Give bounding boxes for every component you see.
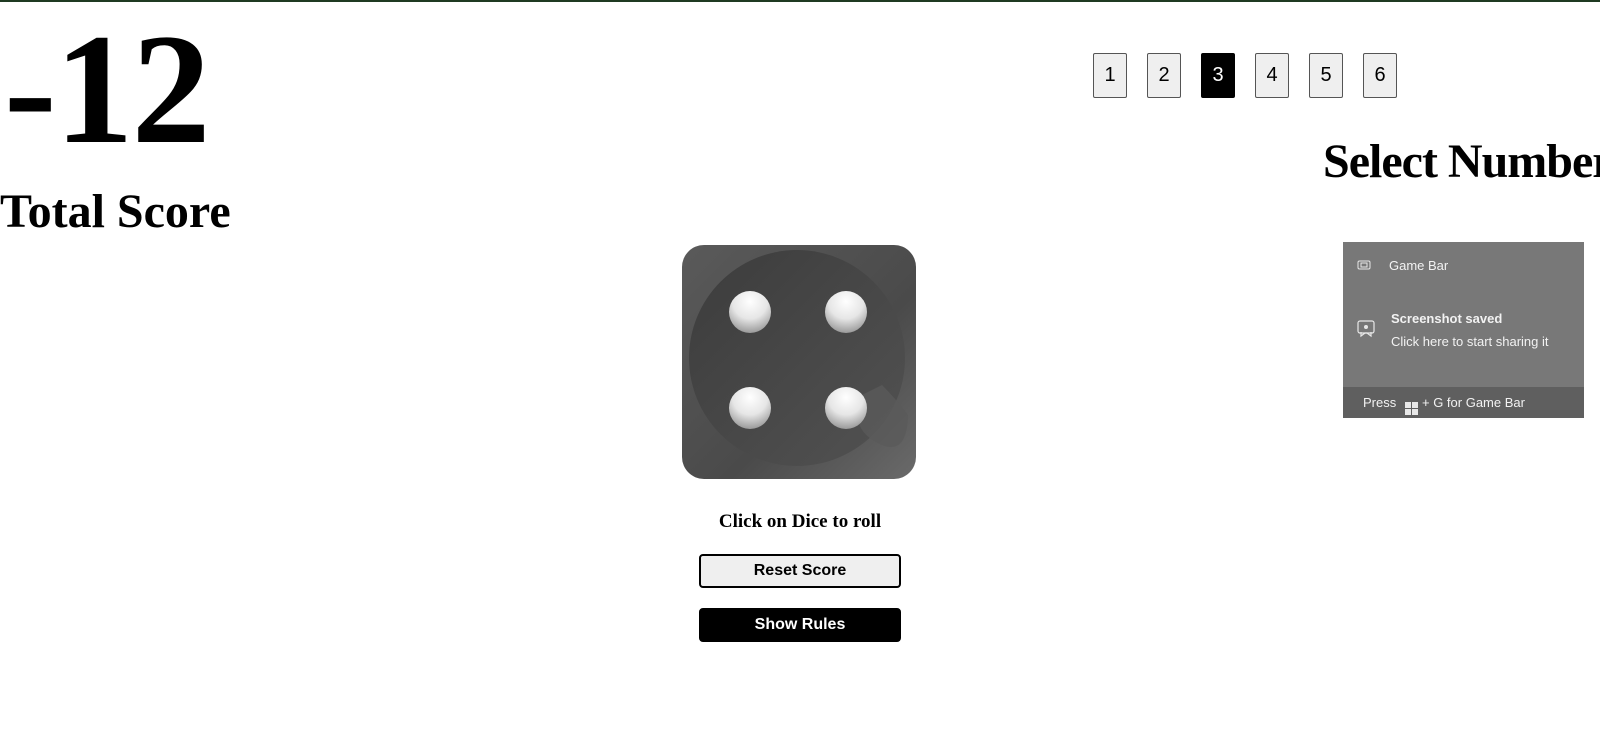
show-rules-button[interactable]: Show Rules: [699, 608, 901, 642]
number-button-1[interactable]: 1: [1093, 53, 1127, 98]
top-border: [0, 0, 1600, 2]
number-button-3[interactable]: 3: [1201, 53, 1235, 98]
toast-title: Screenshot saved: [1391, 311, 1503, 326]
game-bar-icon: [1357, 258, 1371, 276]
toast-footer: Press + G for Game Bar: [1343, 387, 1584, 418]
controller-icon: [1357, 320, 1375, 343]
reset-score-button[interactable]: Reset Score: [699, 554, 901, 588]
select-number-label: Select Number: [1323, 135, 1600, 188]
number-button-5[interactable]: 5: [1309, 53, 1343, 98]
dice-pip: [729, 387, 771, 429]
number-selector: 1 2 3 4 5 6: [1093, 53, 1397, 98]
toast-app-name: Game Bar: [1389, 258, 1449, 273]
total-score-value: -12: [4, 2, 211, 177]
number-button-6[interactable]: 6: [1363, 53, 1397, 98]
toast-footer-prefix: Press: [1363, 395, 1397, 410]
toast-footer-suffix: + G for Game Bar: [1422, 395, 1525, 410]
total-score-label: Total Score: [0, 185, 231, 238]
toast-subtitle: Click here to start sharing it: [1391, 334, 1549, 349]
dice-pip: [729, 291, 771, 333]
number-button-4[interactable]: 4: [1255, 53, 1289, 98]
screenshot-saved-notification[interactable]: Game Bar Screenshot saved Click here to …: [1343, 242, 1584, 418]
toast-header: Game Bar: [1343, 242, 1584, 290]
dice-pip: [825, 387, 867, 429]
dice-four-icon[interactable]: [682, 245, 916, 479]
dice-roll-hint: Click on Dice to roll: [718, 511, 882, 532]
dice-pip: [825, 291, 867, 333]
number-button-2[interactable]: 2: [1147, 53, 1181, 98]
windows-key-icon: [1405, 395, 1418, 426]
